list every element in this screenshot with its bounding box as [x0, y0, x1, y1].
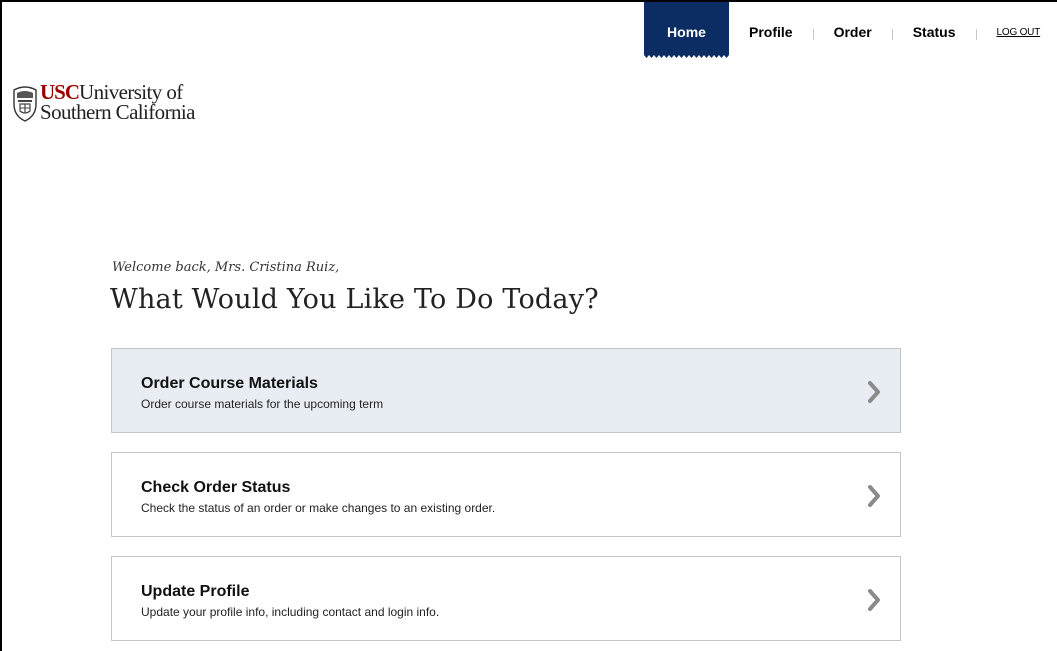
update-profile-card[interactable]: Update Profile Update your profile info,…: [111, 556, 901, 641]
nav-order-link[interactable]: Order: [834, 2, 872, 54]
usc-seal-icon: [13, 86, 37, 122]
nav-divider: [975, 29, 977, 40]
nav-home-label: Home: [667, 24, 706, 40]
nav-profile-link[interactable]: Profile: [749, 2, 793, 54]
tab-zigzag-edge: [644, 53, 729, 58]
logo-line2-text: Southern California: [40, 100, 195, 124]
chevron-right-icon: [868, 485, 880, 507]
card-title: Order Course Materials: [141, 375, 318, 392]
logout-link[interactable]: LOG OUT: [997, 2, 1041, 54]
card-description: Check the status of an order or make cha…: [141, 501, 496, 515]
card-title: Check Order Status: [141, 479, 291, 496]
nav-status-link[interactable]: Status: [913, 2, 956, 54]
nav-home-tab[interactable]: Home: [644, 2, 729, 58]
usc-logo[interactable]: USCUniversity of Southern California: [12, 82, 195, 124]
order-course-materials-card[interactable]: Order Course Materials Order course mate…: [111, 348, 901, 433]
page-frame: Home Profile Order Status LOG OUT USCUni…: [0, 0, 1057, 651]
card-title: Update Profile: [141, 583, 250, 600]
nav-divider: [891, 29, 893, 40]
card-description: Order course materials for the upcoming …: [141, 397, 384, 411]
card-description: Update your profile info, including cont…: [141, 605, 440, 619]
chevron-right-icon: [868, 589, 880, 611]
check-order-status-card[interactable]: Check Order Status Check the status of a…: [111, 452, 901, 537]
top-navigation: Home Profile Order Status LOG OUT: [644, 2, 1041, 58]
welcome-message: Welcome back, Mrs. Cristina Ruiz,: [112, 260, 340, 275]
chevron-right-icon: [868, 381, 880, 403]
logo-wordmark: USCUniversity of Southern California: [40, 82, 195, 124]
page-title: What Would You Like To Do Today?: [110, 284, 599, 315]
nav-divider: [812, 29, 814, 40]
